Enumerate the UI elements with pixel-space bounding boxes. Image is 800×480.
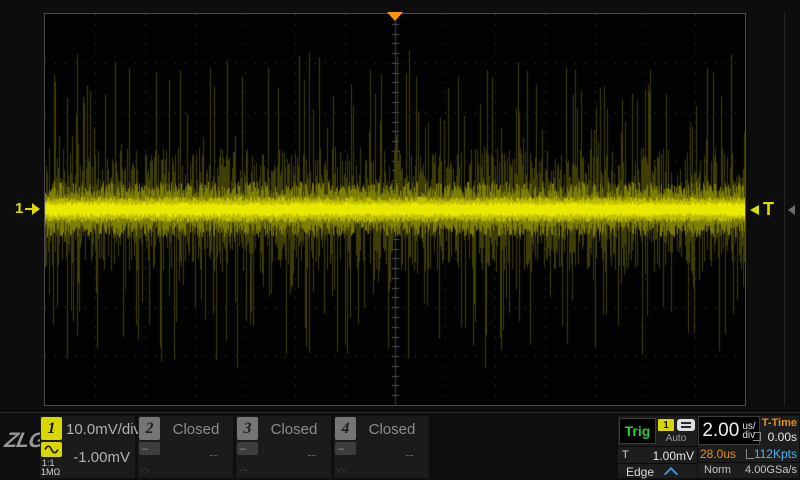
channel4-block[interactable]: 4 – Closed -- -:- xyxy=(334,416,429,478)
trigger-title[interactable]: Trig xyxy=(619,418,656,444)
trigger-type-row: Edge xyxy=(618,463,697,480)
channel2-status: Closed xyxy=(172,421,220,438)
channel3-status: Closed xyxy=(270,421,318,438)
timebase-scale: 2.00 xyxy=(702,419,740,441)
channel3-coupling-badge: – xyxy=(237,442,258,455)
channel2-time: -:- xyxy=(141,465,150,475)
trigger-menu-icon[interactable] xyxy=(677,419,695,431)
trigger-position-marker-icon[interactable] xyxy=(387,12,403,21)
acquisition-mode: Norm xyxy=(704,464,731,476)
channel1-impedance: 1MΩ xyxy=(41,467,61,477)
trigger-delay-value: 28.0us xyxy=(700,447,737,461)
channel1-position-marker[interactable]: 1 xyxy=(15,200,41,217)
channel1-marker-arrow-bar xyxy=(25,208,33,210)
channel2-block[interactable]: 2 – Closed -- -:- xyxy=(138,416,233,478)
channel3-value: -- xyxy=(307,447,316,462)
channel1-marker-arrow-icon xyxy=(32,203,41,215)
channel3-badge[interactable]: 3 xyxy=(237,417,258,440)
channel4-status: Closed xyxy=(368,421,416,438)
channel2-value: -- xyxy=(209,447,218,462)
t-time-icon xyxy=(753,432,761,441)
oscilloscope-screen: 1 T ZLG® 1 1:1 1MΩ 10.0mV/div -1.00mV 2 … xyxy=(0,0,800,480)
channel1-badge[interactable]: 1 xyxy=(41,417,62,440)
channel1-marker-label: 1 xyxy=(15,200,24,217)
channel3-block[interactable]: 3 – Closed -- -:- xyxy=(236,416,331,478)
channel4-value: -- xyxy=(405,447,414,462)
timebase-scale-box[interactable]: 2.00 us/ div xyxy=(698,416,760,445)
trigger-panel[interactable]: Trig 1 Auto T 1.00mV Edge xyxy=(618,416,697,480)
channel4-time: -:- xyxy=(337,465,346,475)
channel1-offset: -1.00mV xyxy=(73,449,130,466)
waveform-canvas[interactable] xyxy=(45,14,745,405)
channel2-badge[interactable]: 2 xyxy=(139,417,160,440)
channel4-badge[interactable]: 4 xyxy=(335,417,356,440)
trigger-edge-rising-icon xyxy=(663,466,679,480)
trigger-level-value: 1.00mV xyxy=(652,449,694,463)
trigger-level-label: T xyxy=(763,199,774,219)
timebase-row2: 28.0us 112Kpts xyxy=(698,445,799,461)
channel4-coupling-badge: – xyxy=(335,442,356,455)
sample-rate: 4.00GSa/s xyxy=(745,464,797,476)
trigger-type: Edge xyxy=(626,465,655,479)
channel3-time: -:- xyxy=(239,465,248,475)
memory-depth-value: 112Kpts xyxy=(753,447,797,461)
channel1-scale: 10.0mV/div xyxy=(66,421,142,438)
t-time-label: T-Time xyxy=(761,417,797,429)
right-edge-marker-icon[interactable] xyxy=(788,205,795,215)
trigger-level-marker[interactable]: T xyxy=(750,199,774,220)
timebase-panel[interactable]: 2.00 us/ div T-Time 0.00s 28.0us 112Kpts… xyxy=(698,416,799,478)
waveform-display-area[interactable] xyxy=(44,13,746,406)
trigger-source-badge[interactable]: 1 xyxy=(658,419,674,431)
right-rail-divider xyxy=(784,13,785,406)
status-bar: ZLG® 1 1:1 1MΩ 10.0mV/div -1.00mV 2 – Cl… xyxy=(0,412,800,480)
trigger-level-row-label: T xyxy=(622,449,629,461)
trigger-level-row: T 1.00mV xyxy=(618,446,697,463)
t-time-value: 0.00s xyxy=(767,430,797,444)
memory-depth-icon xyxy=(746,449,754,459)
trigger-level-arrow-icon xyxy=(750,204,759,215)
channel2-coupling-badge: – xyxy=(139,442,160,455)
channel1-block[interactable]: 1 1:1 1MΩ 10.0mV/div -1.00mV xyxy=(40,416,142,478)
channel1-coupling-ac-icon[interactable] xyxy=(41,442,62,457)
timebase-row3: Norm 4.00GSa/s xyxy=(698,462,799,479)
trigger-mode: Auto xyxy=(665,433,687,444)
